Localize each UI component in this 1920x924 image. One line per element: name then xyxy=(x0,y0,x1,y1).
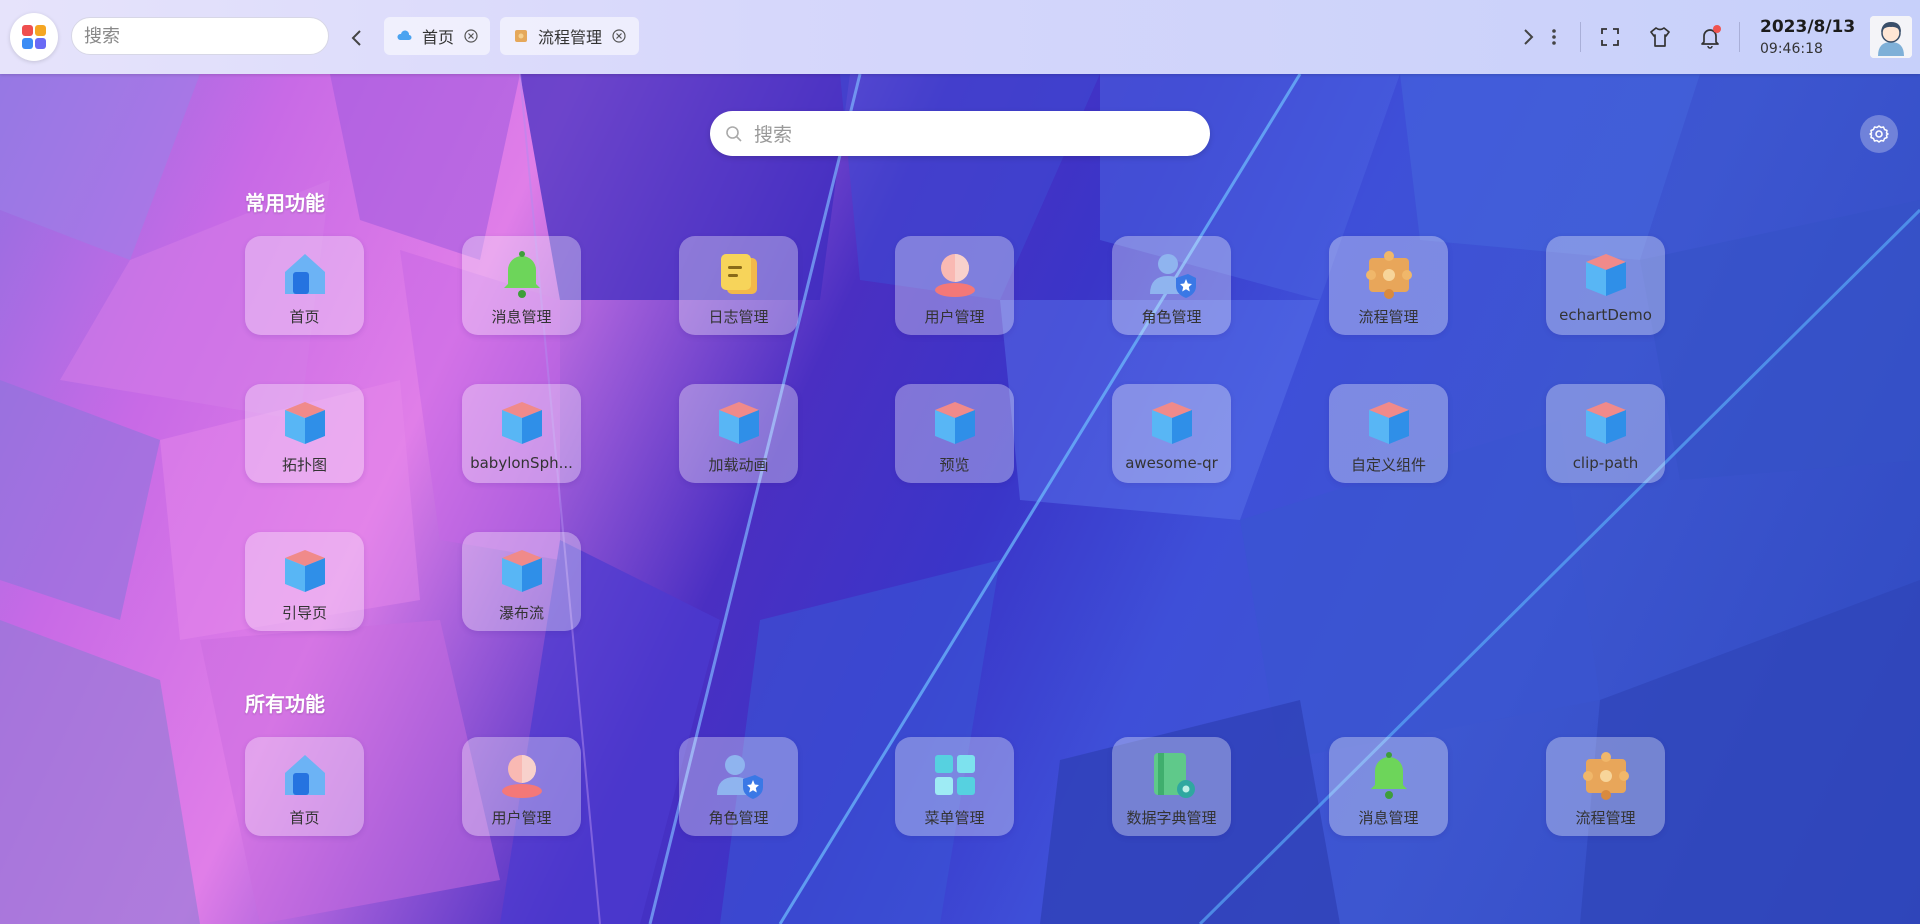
workflow-icon xyxy=(1363,248,1415,300)
app-tile-label: 角色管理 xyxy=(1141,308,1202,326)
cube-icon xyxy=(279,544,331,596)
app-tile-label: 自定义组件 xyxy=(1350,456,1426,474)
app-tile-label: 数据字典管理 xyxy=(1126,809,1217,827)
app-tile-label: 菜单管理 xyxy=(924,809,985,827)
chevron-right-icon[interactable] xyxy=(1516,25,1540,49)
app-tile[interactable]: 自定义组件 xyxy=(1329,384,1448,483)
app-tile[interactable]: 流程管理 xyxy=(1546,737,1665,836)
log-icon xyxy=(713,248,765,300)
app-tile[interactable]: 加载动画 xyxy=(679,384,798,483)
app-tile-label: 日志管理 xyxy=(708,308,769,326)
app-tile[interactable]: 首页 xyxy=(245,737,364,836)
app-tile-label: awesome-qr xyxy=(1125,454,1218,472)
cube-icon xyxy=(1146,396,1198,448)
cube-icon xyxy=(279,396,331,448)
app-tile[interactable]: 数据字典管理 xyxy=(1112,737,1231,836)
workflow-icon xyxy=(1580,749,1632,801)
role-icon xyxy=(713,749,765,801)
close-icon[interactable] xyxy=(612,29,626,43)
home-icon xyxy=(279,749,331,801)
app-tile-label: 首页 xyxy=(289,809,320,827)
app-tile-label: echartDemo xyxy=(1559,306,1652,324)
clock-time: 09:46:18 xyxy=(1760,41,1823,57)
app-tile-label: 用户管理 xyxy=(491,809,552,827)
cube-icon xyxy=(496,544,548,596)
user-icon xyxy=(496,749,548,801)
settings-button[interactable] xyxy=(1860,115,1898,153)
app-tile-label: babylonSph... xyxy=(470,454,573,472)
role-icon xyxy=(1146,248,1198,300)
app-tile[interactable]: 拓扑图 xyxy=(245,384,364,483)
app-tile[interactable]: 首页 xyxy=(245,236,364,335)
app-tile[interactable]: 消息管理 xyxy=(1329,737,1448,836)
app-tile-label: 预览 xyxy=(939,456,970,474)
divider xyxy=(1739,22,1740,52)
app-tile[interactable]: 预览 xyxy=(895,384,1014,483)
section-title-common: 常用功能 xyxy=(245,191,325,215)
app-tile-label: 消息管理 xyxy=(491,308,552,326)
tab-workflow[interactable]: 流程管理 xyxy=(500,17,639,55)
app-tile-label: 流程管理 xyxy=(1358,308,1419,326)
divider xyxy=(1580,22,1581,52)
app-tile-label: 引导页 xyxy=(281,604,327,622)
top-search-input[interactable] xyxy=(71,17,329,55)
app-tile-label: 流程管理 xyxy=(1575,809,1636,827)
app-tile-label: 用户管理 xyxy=(924,308,985,326)
cube-icon xyxy=(929,396,981,448)
app-tile-label: clip-path xyxy=(1572,454,1639,472)
tab-label: 首页 xyxy=(422,28,455,47)
app-search-input[interactable] xyxy=(752,111,1196,158)
chevron-left-icon[interactable] xyxy=(345,24,369,52)
shirt-icon[interactable] xyxy=(1648,25,1672,49)
cloud-icon xyxy=(397,30,412,40)
app-tile[interactable]: 角色管理 xyxy=(1112,236,1231,335)
bell-icon xyxy=(496,248,548,300)
app-tile[interactable]: 瀑布流 xyxy=(462,532,581,631)
cube-icon xyxy=(713,396,765,448)
avatar[interactable] xyxy=(1870,16,1912,58)
app-tile[interactable]: 引导页 xyxy=(245,532,364,631)
app-tile[interactable]: clip-path xyxy=(1546,384,1665,483)
app-tile-label: 拓扑图 xyxy=(281,456,327,474)
section-title-all: 所有功能 xyxy=(245,692,325,716)
cube-icon xyxy=(1580,396,1632,448)
app-tile[interactable]: 菜单管理 xyxy=(895,737,1014,836)
app-tile-label: 角色管理 xyxy=(708,809,769,827)
app-tile[interactable]: awesome-qr xyxy=(1112,384,1231,483)
app-tile[interactable]: 用户管理 xyxy=(895,236,1014,335)
close-icon[interactable] xyxy=(464,29,478,43)
app-tile[interactable]: 流程管理 xyxy=(1329,236,1448,335)
top-bar: 首页 流程管理 2023/8/13 09:46:1 xyxy=(0,0,1920,74)
tab-home[interactable]: 首页 xyxy=(384,17,490,55)
clock-date: 2023/8/13 xyxy=(1760,17,1856,37)
menu-grid-icon xyxy=(929,749,981,801)
app-tile-label: 消息管理 xyxy=(1358,809,1419,827)
bell-icon xyxy=(1363,749,1415,801)
home-icon xyxy=(279,248,331,300)
cube-icon xyxy=(1363,396,1415,448)
cube-icon xyxy=(1580,248,1632,300)
app-tile-label: 加载动画 xyxy=(708,456,769,474)
app-tile[interactable]: 用户管理 xyxy=(462,737,581,836)
app-search-box[interactable] xyxy=(710,111,1210,158)
user-icon xyxy=(929,248,981,300)
dictionary-icon xyxy=(1146,749,1198,801)
app-tile[interactable]: 消息管理 xyxy=(462,236,581,335)
app-tile-label: 瀑布流 xyxy=(498,604,544,622)
app-tile[interactable]: babylonSph... xyxy=(462,384,581,483)
gear-icon xyxy=(1869,125,1889,143)
bell-icon[interactable] xyxy=(1698,25,1722,49)
app-tile[interactable]: 角色管理 xyxy=(679,737,798,836)
workflow-icon xyxy=(515,30,527,42)
fullscreen-icon[interactable] xyxy=(1598,25,1622,49)
app-logo-icon[interactable] xyxy=(10,13,58,61)
search-icon xyxy=(726,126,742,142)
app-tile[interactable]: echartDemo xyxy=(1546,236,1665,335)
app-tile-label: 首页 xyxy=(289,308,320,326)
app-tile[interactable]: 日志管理 xyxy=(679,236,798,335)
cube-icon xyxy=(496,396,548,448)
tab-label: 流程管理 xyxy=(538,28,603,47)
more-vertical-icon[interactable] xyxy=(1542,25,1566,49)
